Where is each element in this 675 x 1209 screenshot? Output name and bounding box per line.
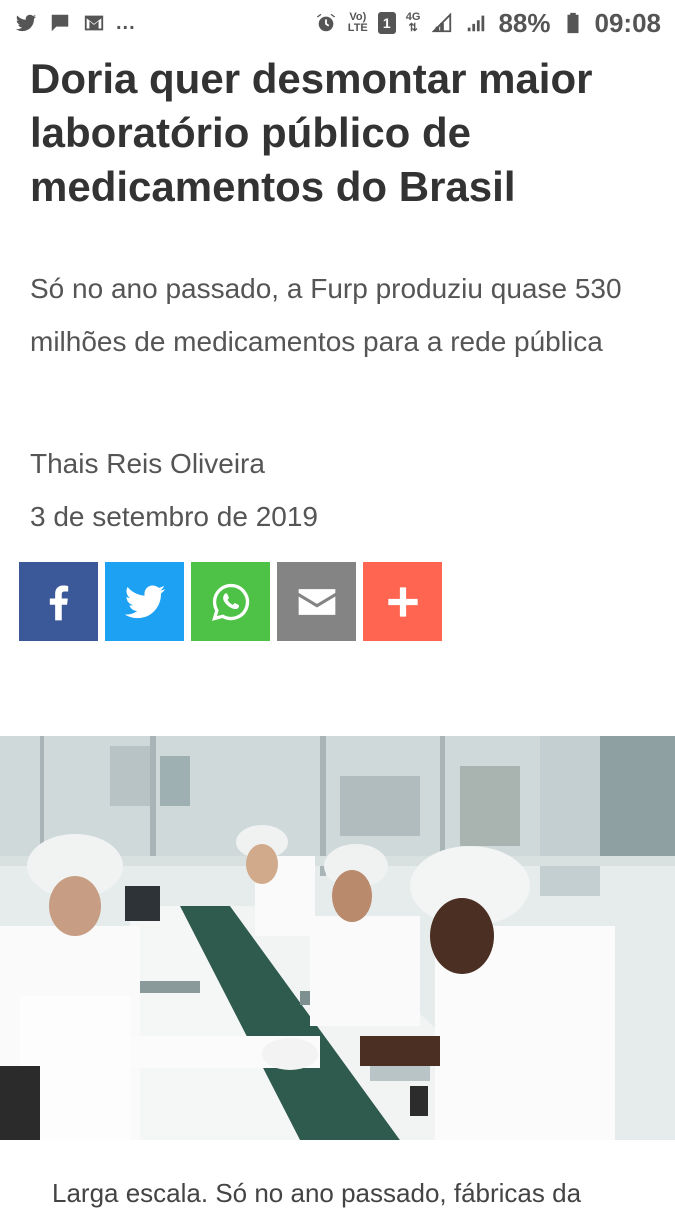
clock: 09:08 (594, 7, 662, 38)
battery-percentage: 88% (498, 7, 551, 38)
twitter-share-button[interactable] (105, 562, 184, 641)
lab-workers-photo (0, 736, 675, 1140)
twitter-icon (124, 585, 165, 618)
article-hero-image[interactable] (0, 736, 675, 1140)
facebook-icon (49, 585, 68, 620)
battery-icon (561, 11, 585, 35)
more-share-button[interactable] (363, 562, 442, 641)
plus-icon (387, 586, 418, 617)
article-headline: Doria quer desmontar maior laboratório p… (30, 55, 593, 210)
status-bar: ... Vo) LTE 1 4G ⇅ 88% 09:08 (0, 0, 675, 46)
facebook-share-button[interactable] (19, 562, 98, 641)
article-author[interactable]: Thais Reis Oliveira (30, 448, 265, 480)
email-share-button[interactable] (277, 562, 356, 641)
signal-icon-2 (464, 11, 488, 35)
signal-icon-1 (430, 11, 454, 35)
share-bar (19, 562, 442, 641)
alarm-icon (314, 11, 338, 35)
article-subtitle: Só no ano passado, a Furp produziu quase… (30, 273, 622, 357)
message-notification-icon (48, 11, 72, 35)
image-caption: Larga escala. Só no ano passado, fábrica… (52, 1178, 582, 1208)
mail-icon (298, 588, 335, 615)
more-notifications: ... (116, 11, 136, 34)
volte-indicator: Vo) LTE (347, 11, 368, 34)
network-type: 4G ⇅ (405, 11, 421, 34)
whatsapp-icon (211, 583, 249, 621)
whatsapp-share-button[interactable] (191, 562, 270, 641)
article-date: 3 de setembro de 2019 (30, 501, 318, 532)
twitter-notification-icon (14, 11, 38, 35)
gmail-notification-icon (82, 11, 106, 35)
sim-indicator: 1 (377, 12, 396, 34)
